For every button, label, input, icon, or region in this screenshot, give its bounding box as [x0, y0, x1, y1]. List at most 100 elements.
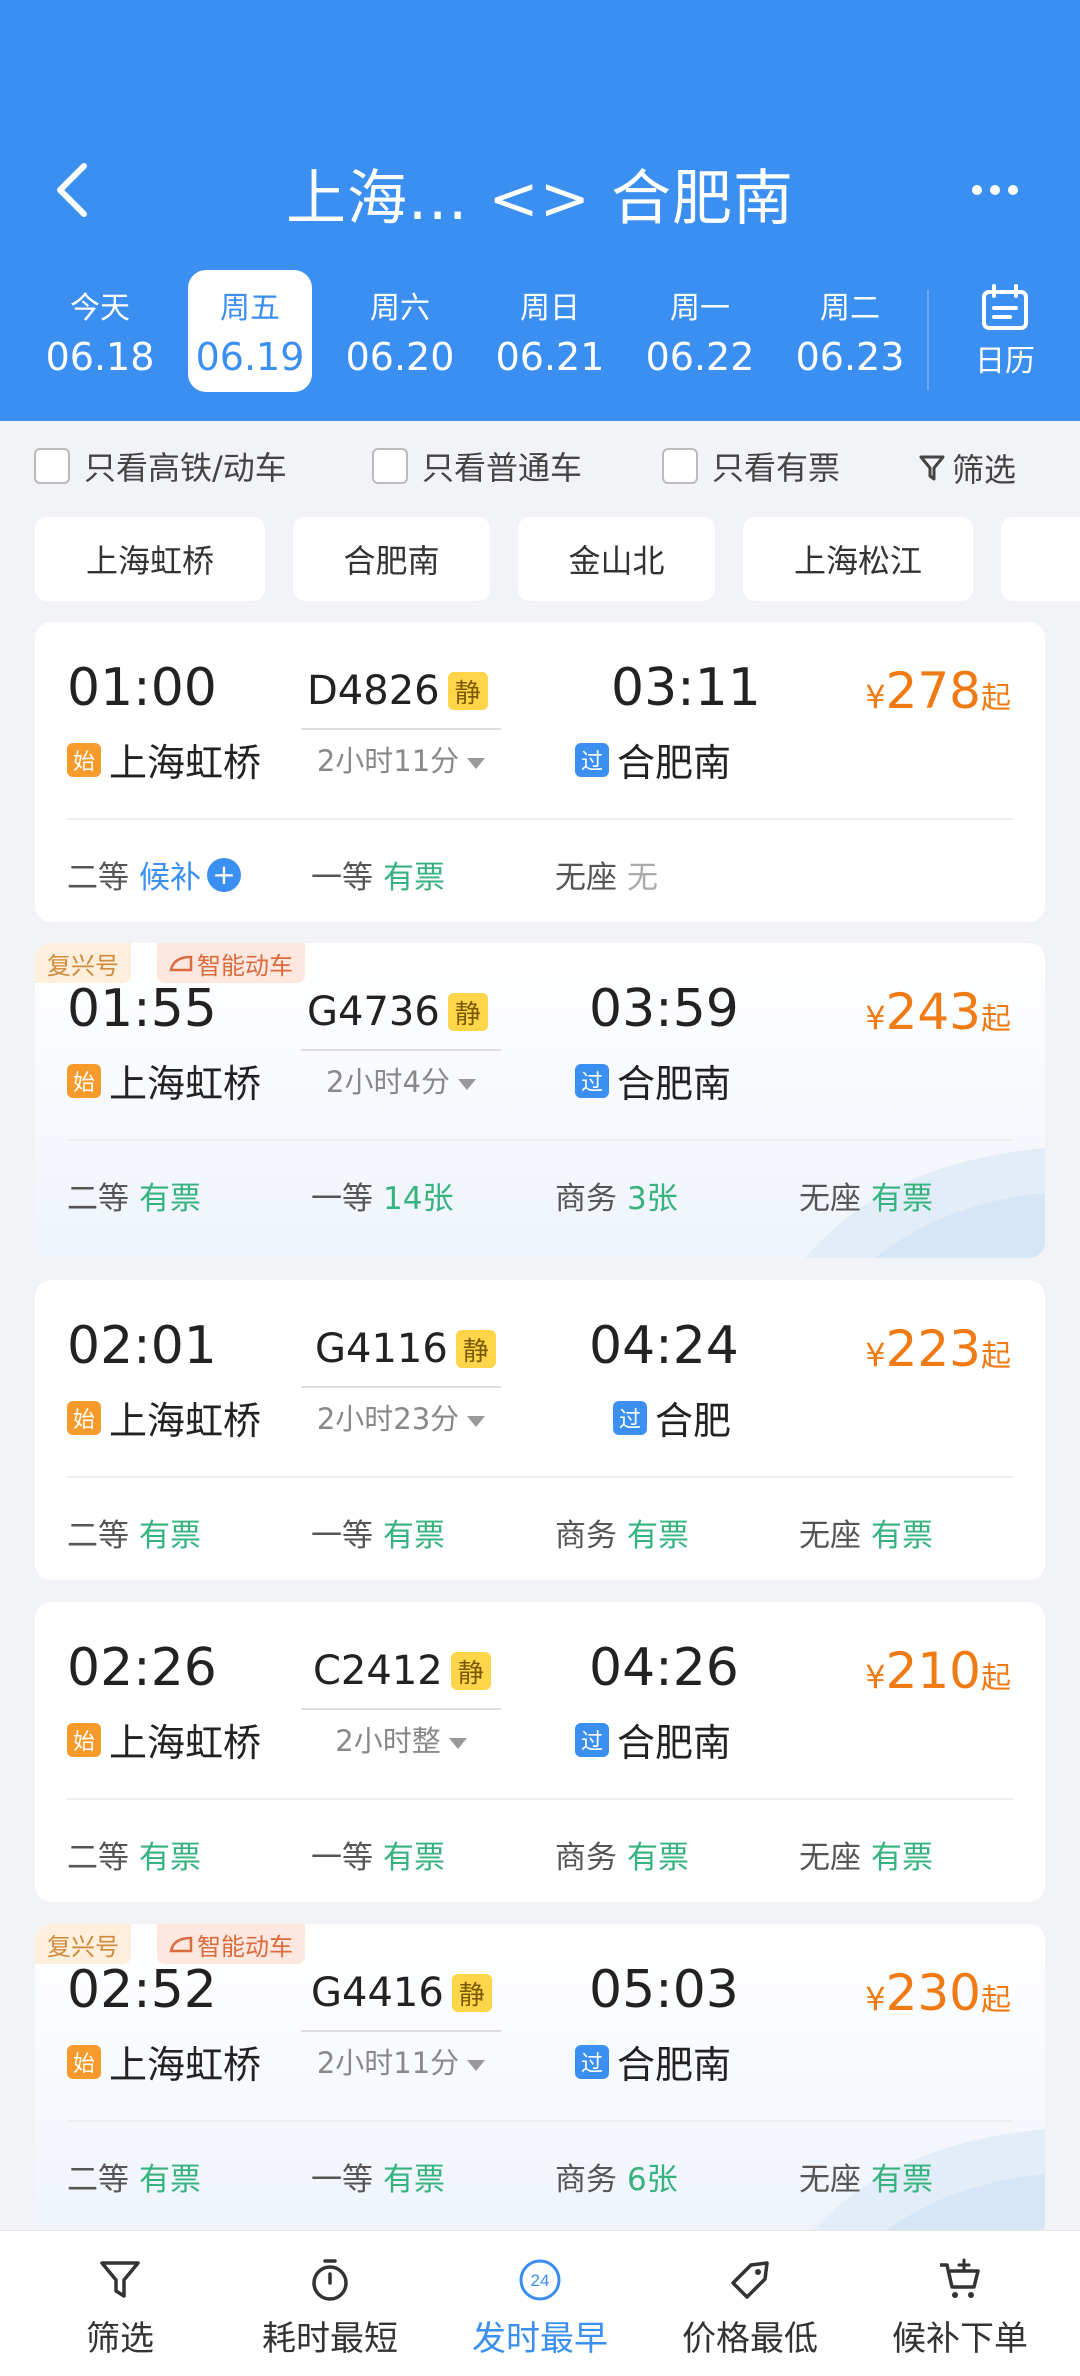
clock-24-icon: 24 [519, 2259, 561, 2301]
seat-first-class[interactable]: 一等 14张 [311, 1173, 453, 1218]
seat-second-class[interactable]: 二等 有票 [67, 2154, 201, 2199]
more-dots-icon [972, 185, 1018, 195]
seat-business[interactable]: 商务 6张 [555, 2154, 678, 2199]
seat-first-class[interactable]: 一等 有票 [311, 2154, 445, 2199]
more-button[interactable] [968, 170, 1068, 210]
bottom-item-label: 筛选 [86, 2319, 154, 2359]
high-speed-only-checkbox[interactable]: 只看高铁/动车 [34, 445, 287, 487]
price-symbol: ¥ [865, 678, 886, 716]
normal-only-checkbox[interactable]: 只看普通车 [372, 445, 582, 487]
calendar-label: 日历 [975, 344, 1035, 379]
origin-badge: 始 [67, 1400, 101, 1435]
depart-time: 02:52 [67, 1960, 217, 2020]
seat-first-class[interactable]: 一等 有票 [311, 1832, 445, 1877]
arrive-time: 03:11 [611, 658, 761, 718]
price: ¥223 起 [865, 1320, 1011, 1378]
train-icon [169, 1936, 193, 1953]
price-value: 243 [885, 983, 981, 1041]
seat-status: 有票 [139, 1840, 201, 1876]
calendar-button[interactable]: 日历 [950, 280, 1060, 400]
seat-no-seat[interactable]: 无座 有票 [799, 1832, 933, 1877]
date-tab[interactable]: 周六 06.20 [338, 270, 462, 392]
checkbox-box[interactable] [372, 448, 408, 484]
seat-business[interactable]: 商务 有票 [555, 1510, 689, 1555]
to-station: 过合肥南 [575, 2034, 731, 2089]
seat-no-seat[interactable]: 无座 有票 [799, 1173, 933, 1218]
clock-24-text: 24 [531, 2271, 550, 2290]
seat-second-class[interactable]: 二等 有票 [67, 1173, 201, 1218]
funnel-icon [100, 2261, 140, 2298]
bottom-filter-button[interactable]: 筛选 [12, 2231, 228, 2376]
seat-first-class[interactable]: 一等 有票 [311, 1510, 445, 1555]
date-weekday: 周六 [370, 291, 430, 326]
fuxing-tag: 复兴号 [35, 1924, 131, 1964]
seat-class: 一等 [311, 1840, 373, 1876]
arrive-time: 03:59 [589, 979, 739, 1039]
seat-second-class[interactable]: 二等 候补 + [67, 852, 241, 897]
seat-business[interactable]: 商务 有票 [555, 1832, 689, 1877]
station-chip[interactable]: 金山北 [518, 517, 715, 601]
filter-label: 筛选 [952, 451, 1017, 489]
seat-business[interactable]: 商务 3张 [555, 1173, 678, 1218]
seat-class: 无座 [799, 1181, 861, 1217]
filter-button[interactable]: 筛选 [918, 445, 1016, 491]
train-number-text: G4116 [315, 1326, 448, 1372]
seat-second-class[interactable]: 二等 有票 [67, 1832, 201, 1877]
origin-badge: 始 [67, 1722, 101, 1757]
seat-no-seat[interactable]: 无座 有票 [799, 1510, 933, 1555]
sort-earliest-button[interactable]: 24 发时最早 [432, 2231, 648, 2376]
bottom-item-label: 发时最早 [472, 2319, 608, 2359]
calendar-icon [982, 284, 1028, 330]
checkbox-box[interactable] [662, 448, 698, 484]
pass-badge: 过 [575, 742, 609, 777]
duration[interactable]: 2小时11分 [301, 2030, 501, 2082]
caret-down-icon [448, 1737, 467, 1749]
station-chips: 上海虹桥 合肥南 金山北 上海松江 [0, 517, 1080, 605]
station-chip[interactable]: 上海虹桥 [35, 517, 265, 601]
arrive-time: 04:24 [589, 1316, 739, 1376]
date-tab-selected[interactable]: 周五 06.19 [188, 270, 312, 392]
station-chip[interactable]: 合肥南 [293, 517, 490, 601]
seat-class: 二等 [67, 2162, 129, 2198]
to-station-name: 合肥南 [617, 2043, 732, 2087]
from-station: 始上海虹桥 [67, 1712, 261, 1767]
price: ¥278 起 [865, 662, 1011, 720]
seat-first-class[interactable]: 一等 有票 [311, 852, 445, 897]
seat-class: 二等 [67, 1518, 129, 1554]
plus-icon[interactable]: + [207, 857, 241, 892]
seat-status: 有票 [871, 1840, 933, 1876]
date-tab[interactable]: 周一 06.22 [638, 270, 762, 392]
from-station: 始上海虹桥 [67, 732, 261, 787]
train-card[interactable]: 02:01 G4116 静 04:24 ¥223 起 始上海虹桥 2小时23分 过合… [35, 1280, 1045, 1580]
seat-second-class[interactable]: 二等 有票 [67, 1510, 201, 1555]
date-tab[interactable]: 周日 06.21 [488, 270, 612, 392]
train-card[interactable]: 01:00 D4826 静 03:11 ¥278 起 始上海虹桥 2小时11分 过合… [35, 622, 1045, 922]
date-value: 06.23 [795, 335, 905, 379]
waitlist-order-button[interactable]: 候补下单 [852, 2231, 1068, 2376]
checkbox-label: 只看有票 [712, 449, 841, 487]
duration[interactable]: 2小时23分 [301, 1386, 501, 1438]
station-chip-more[interactable] [1001, 517, 1080, 601]
train-card[interactable]: 复兴号 智能动车 01:55 G4736 静 03:59 ¥243 起 始上海虹桥 … [35, 943, 1045, 1258]
quiet-badge: 静 [447, 993, 488, 1031]
sort-shortest-button[interactable]: 耗时最短 [222, 2231, 438, 2376]
train-card[interactable]: 复兴号 智能动车 02:52 G4416 静 05:03 ¥230 起 始上海虹桥 … [35, 1924, 1045, 2239]
depart-time: 01:55 [67, 979, 217, 1039]
seat-no-seat[interactable]: 无座无 [555, 852, 658, 897]
divider [67, 1139, 1013, 1141]
sort-lowest-price-button[interactable]: 价格最低 [642, 2231, 858, 2376]
available-only-checkbox[interactable]: 只看有票 [662, 445, 840, 487]
duration[interactable]: 2小时整 [301, 1708, 501, 1760]
duration[interactable]: 2小时4分 [301, 1049, 501, 1101]
seat-no-seat[interactable]: 无座 有票 [799, 2154, 933, 2199]
pass-badge: 过 [613, 1400, 647, 1435]
date-tab-today[interactable]: 今天 06.18 [38, 270, 162, 392]
caret-down-icon [467, 2059, 486, 2071]
duration[interactable]: 2小时11分 [301, 728, 501, 780]
checkbox-box[interactable] [34, 448, 70, 484]
from-station: 始上海虹桥 [67, 2034, 261, 2089]
date-tab[interactable]: 周二 06.23 [788, 270, 912, 392]
train-card[interactable]: 02:26 C2412 静 04:26 ¥210 起 始上海虹桥 2小时整 过合肥南… [35, 1602, 1045, 1902]
station-chip[interactable]: 上海松江 [743, 517, 973, 601]
arrive-time: 05:03 [589, 1960, 739, 2020]
